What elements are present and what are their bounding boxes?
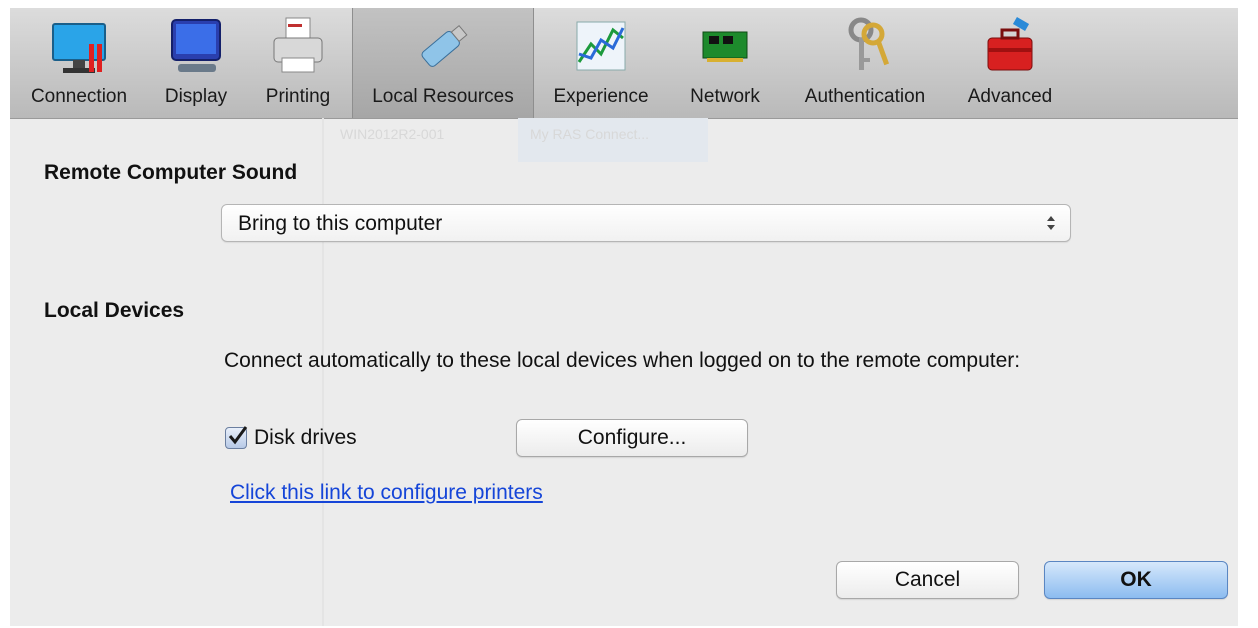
section-title-sound: Remote Computer Sound — [44, 161, 298, 184]
network-card-icon — [702, 31, 748, 62]
tab-label: Connection — [30, 86, 128, 107]
tab-local-resources[interactable]: Local Resources — [352, 8, 534, 118]
tab-label: Advanced — [967, 86, 1053, 107]
tab-network[interactable]: Network — [670, 8, 780, 118]
monitor-connection-icon — [52, 23, 106, 73]
background-ghost-text: My RAS Connect... — [518, 118, 708, 162]
tab-connection[interactable]: Connection — [16, 8, 142, 118]
preferences-window: Connection Display Printing Local Resour… — [10, 8, 1238, 626]
section-title-devices: Local Devices — [44, 299, 185, 322]
sound-select[interactable]: Bring to this computer — [221, 204, 1071, 242]
devices-description: Connect automatically to these local dev… — [224, 349, 1021, 372]
configure-printers-link[interactable]: Click this link to configure printers — [230, 481, 543, 505]
checkmark-icon — [228, 426, 248, 445]
tab-printing[interactable]: Printing — [248, 8, 348, 118]
usb-drive-icon — [421, 24, 468, 67]
cancel-button[interactable]: Cancel — [836, 561, 1019, 599]
configure-button[interactable]: Configure... — [516, 419, 748, 457]
tab-experience[interactable]: Experience — [536, 8, 666, 118]
tab-advanced[interactable]: Advanced — [950, 8, 1070, 118]
chart-graph-icon — [576, 21, 626, 71]
tab-display[interactable]: Display — [146, 8, 246, 118]
tab-label: Local Resources — [372, 86, 514, 107]
disk-drives-checkbox[interactable] — [225, 426, 248, 449]
tab-label: Authentication — [804, 86, 926, 107]
tab-label: Experience — [553, 86, 649, 107]
toolbox-icon — [987, 17, 1033, 71]
disk-drives-label: Disk drives — [254, 426, 357, 449]
sound-select-value: Bring to this computer — [238, 212, 443, 235]
toolbar: Connection Display Printing Local Resour… — [10, 8, 1238, 119]
tab-label: Network — [690, 86, 760, 107]
background-ghost-text: WIN2012R2-001 — [340, 126, 445, 142]
tab-label: Display — [164, 86, 228, 107]
tab-authentication[interactable]: Authentication — [782, 8, 948, 118]
tab-label: Printing — [265, 86, 331, 107]
updown-arrows-icon — [1047, 216, 1055, 230]
keys-icon — [848, 17, 890, 70]
display-monitor-icon — [171, 19, 221, 72]
printer-icon — [273, 17, 323, 73]
ok-button[interactable]: OK — [1044, 561, 1228, 599]
